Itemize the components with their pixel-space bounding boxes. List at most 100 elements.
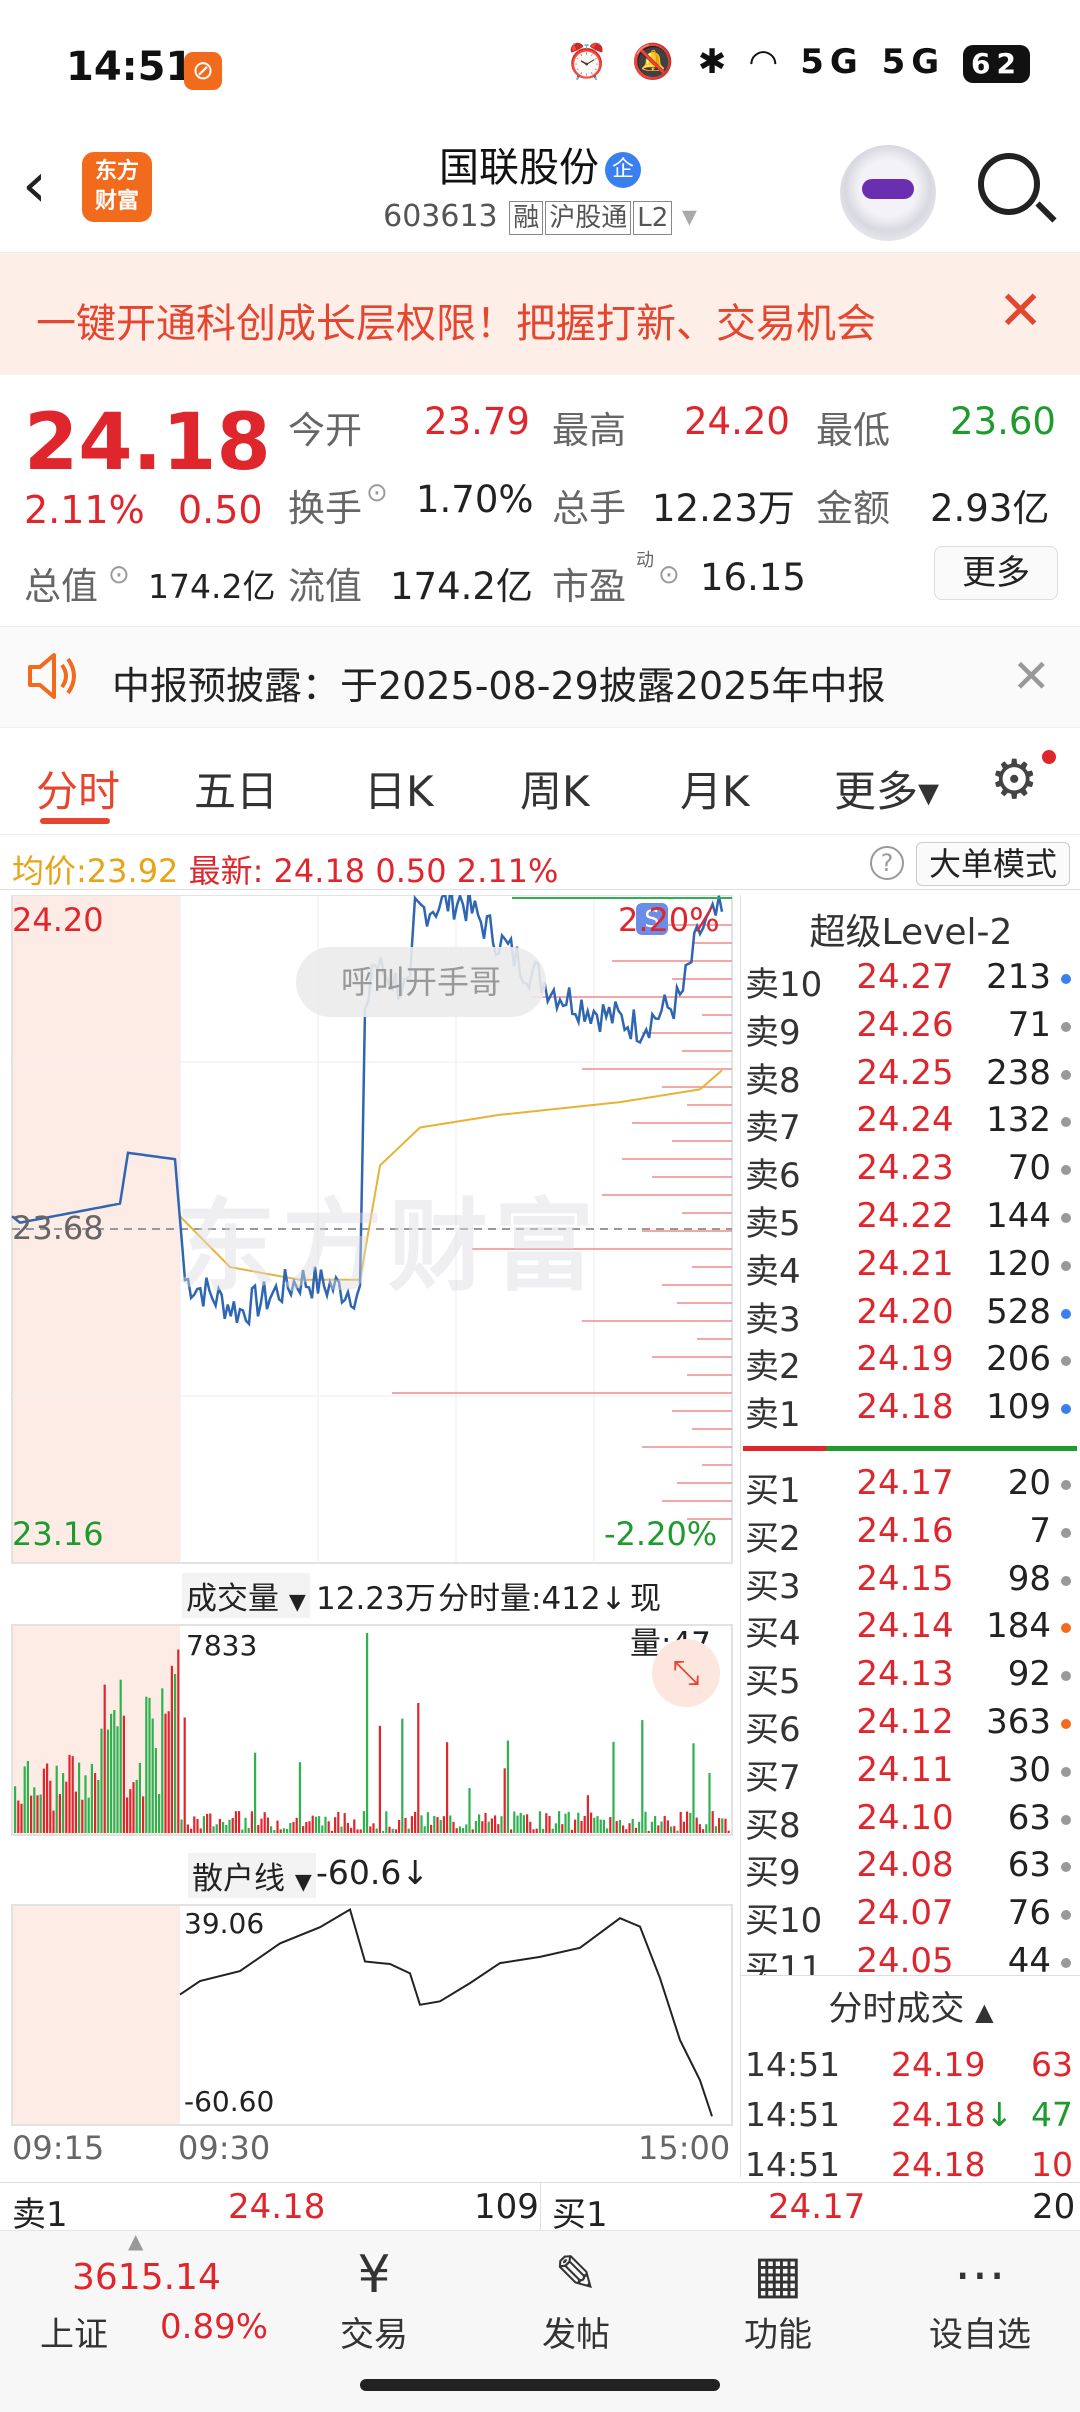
volume-bar xyxy=(676,1830,679,1833)
volume-bar xyxy=(503,1768,506,1833)
buy-row[interactable]: 买7 24.11 30 xyxy=(741,1750,1080,1798)
order-dot-icon xyxy=(1061,1958,1071,1968)
expand-icon[interactable]: ⤡ xyxy=(652,1639,720,1707)
volume-bar xyxy=(311,1815,314,1833)
back-button[interactable]: ‹ xyxy=(22,154,47,216)
buy-level-label: 买5 xyxy=(745,1662,801,1703)
close-icon[interactable]: ✕ xyxy=(1012,649,1051,703)
buy-row[interactable]: 买3 24.15 98 xyxy=(741,1559,1080,1607)
volume-bar xyxy=(455,1828,458,1833)
volume-bar xyxy=(500,1816,503,1833)
volume-bar xyxy=(465,1824,468,1833)
volume-indicator-select[interactable]: 成交量 ▼ xyxy=(182,1573,310,1618)
buy-row[interactable]: 买6 24.12 363 xyxy=(741,1702,1080,1750)
tab-daily-k[interactable]: 日K xyxy=(364,758,434,819)
volume-bar xyxy=(71,1756,74,1833)
call-assistant-bubble[interactable]: 呼叫开手哥 xyxy=(296,947,546,1017)
volume-bar xyxy=(87,1797,90,1833)
volume-bar xyxy=(151,1718,154,1833)
index-ticker[interactable]: ▲ 3615.14 上证 0.89% xyxy=(0,2229,268,2381)
buy-price: 24.08 xyxy=(856,1845,954,1886)
mktcap-label: 总值 xyxy=(24,565,98,608)
close-icon[interactable]: ✕ xyxy=(998,279,1043,342)
volume-bar xyxy=(321,1825,324,1833)
pct-top-right: 2.20% xyxy=(618,901,720,939)
price-bottom-left: 23.16 xyxy=(12,1515,104,1553)
buy-price: 24.13 xyxy=(856,1654,954,1695)
dropdown-icon[interactable]: ▾ xyxy=(682,199,697,234)
stock-code: 603613 xyxy=(383,199,498,234)
tab-weekly-k[interactable]: 周K xyxy=(520,758,590,819)
buy-row[interactable]: 买11 24.05 44 xyxy=(741,1941,1080,1975)
volume-bar xyxy=(593,1817,596,1833)
volume-bar xyxy=(295,1817,298,1833)
buy-row[interactable]: 买5 24.13 92 xyxy=(741,1654,1080,1702)
buy-volume: 63 xyxy=(1007,1797,1051,1838)
buy-row[interactable]: 买2 24.16 7 xyxy=(741,1511,1080,1559)
volume-bar xyxy=(167,1711,170,1833)
volume-bar xyxy=(202,1816,205,1833)
notice-bar[interactable]: 中报预披露：于2025-08-29披露2025年中报 ✕ xyxy=(0,626,1080,728)
nav-functions[interactable]: ▦ 功能 xyxy=(678,2231,878,2381)
buy-row[interactable]: 买4 24.14 184 xyxy=(741,1606,1080,1654)
home-indicator[interactable] xyxy=(360,2379,720,2391)
nav-add-watchlist[interactable]: ⋯ 设自选 xyxy=(880,2231,1080,2381)
volume-bar xyxy=(372,1823,375,1833)
buy-volume: 30 xyxy=(1007,1749,1051,1790)
volume-bar xyxy=(148,1697,151,1833)
more-button[interactable]: 更多 xyxy=(934,546,1058,600)
info-icon[interactable]: ⊙ xyxy=(366,478,388,508)
nav-post[interactable]: ✎ 发帖 xyxy=(476,2231,676,2381)
volume-bar xyxy=(238,1811,241,1833)
buy-row[interactable]: 买9 24.08 63 xyxy=(741,1845,1080,1893)
volume-bar xyxy=(382,1830,385,1833)
volume-bar xyxy=(615,1821,618,1833)
volume-bar xyxy=(433,1816,436,1833)
help-icon[interactable]: ? xyxy=(870,846,904,880)
buy-row[interactable]: 买10 24.07 76 xyxy=(741,1893,1080,1941)
nav-trade[interactable]: ¥ 交易 xyxy=(274,2231,474,2381)
volume-bar xyxy=(727,1830,730,1833)
volume-bar xyxy=(343,1813,346,1833)
promo-banner[interactable]: 一键开通科创成长层权限！把握打新、交易机会 ✕ xyxy=(0,253,1080,375)
info-icon[interactable]: ⊙ xyxy=(658,560,680,590)
volume-bar xyxy=(183,1717,186,1833)
pe-sup: 动 xyxy=(636,550,654,571)
search-icon[interactable] xyxy=(978,153,1040,215)
tab-five-day[interactable]: 五日 xyxy=(194,758,278,819)
chart-area[interactable]: 东方财富 呼叫开手哥 S 24.20 2.20% 23.68 23.16 -2.… xyxy=(0,895,736,2177)
buy-volume: 7 xyxy=(1029,1510,1051,1551)
volume-bar xyxy=(100,1728,103,1833)
volume-bar xyxy=(388,1826,391,1833)
big-order-mode-button[interactable]: 大单模式 xyxy=(916,842,1070,886)
avg-label: 均价: xyxy=(12,852,87,890)
buy-volume: 98 xyxy=(1007,1558,1051,1599)
strip-divider xyxy=(540,2183,541,2231)
change-amount: 0.50 xyxy=(178,488,263,532)
tab-monthly-k[interactable]: 月K xyxy=(680,758,750,819)
tab-intraday[interactable]: 分时 xyxy=(36,758,120,819)
nav-trade-label: 交易 xyxy=(340,2315,408,2355)
volume-bar xyxy=(286,1829,289,1833)
tab-more[interactable]: 更多▾ xyxy=(834,758,939,819)
volume-bar xyxy=(362,1811,365,1833)
info-icon[interactable]: ⊙ xyxy=(108,560,130,590)
gear-icon[interactable]: ⚙ xyxy=(990,752,1038,808)
buy-volume: 184 xyxy=(986,1606,1051,1647)
trade-ticks-header[interactable]: 分时成交 ▲ xyxy=(741,1975,1080,2043)
buy-row[interactable]: 买1 24.17 20 xyxy=(741,1463,1080,1511)
order-dot-icon xyxy=(1061,1814,1071,1825)
volume-bar xyxy=(206,1813,209,1833)
volume-bar xyxy=(90,1763,93,1833)
buy-row[interactable]: 买8 24.10 63 xyxy=(741,1798,1080,1846)
retail-indicator-select[interactable]: 散户线 ▼ xyxy=(188,1853,316,1898)
index-name: 上证 xyxy=(40,2315,108,2355)
volume-bar xyxy=(481,1821,484,1833)
volume-bar xyxy=(570,1829,573,1833)
turnover-value: 1.70% xyxy=(416,478,534,521)
volume-bar xyxy=(689,1812,692,1833)
eastmoney-logo[interactable]: 东方 财富 xyxy=(82,152,152,222)
robot-avatar[interactable] xyxy=(840,145,936,241)
volume-bar xyxy=(234,1811,237,1833)
low-value: 23.60 xyxy=(950,400,1056,443)
